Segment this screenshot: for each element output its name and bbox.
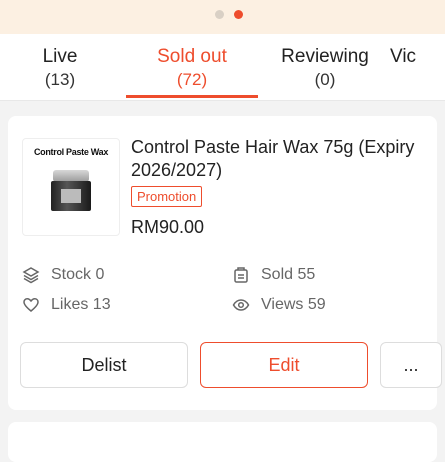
thumbnail-caption: Control Paste Wax [33,147,109,157]
product-jar-label [61,189,81,203]
carousel-indicator [215,10,243,19]
stock-label: Stock 0 [51,266,105,283]
product-title[interactable]: Control Paste Hair Wax 75g (Expiry 2026/… [131,136,431,182]
edit-button[interactable]: Edit [200,342,368,388]
layers-icon [22,267,40,284]
eye-icon [232,299,250,311]
tab-live[interactable]: Live (13) [0,46,130,91]
tab-sold-out[interactable]: Sold out (72) [122,46,262,91]
tab-label: Reviewing [281,46,369,67]
tab-count: (0) [314,70,336,89]
carousel-dot[interactable] [215,10,224,19]
tab-label: Sold out [157,46,227,67]
carousel-dot-active[interactable] [234,10,243,19]
views-label: Views 59 [261,296,326,313]
delist-button[interactable]: Delist [20,342,188,388]
promo-banner[interactable] [0,0,445,34]
tab-violation[interactable]: Vic [390,46,445,68]
tab-count: (13) [44,70,76,89]
tab-label: Vic [390,46,417,67]
next-product-card[interactable] [8,422,437,462]
status-tabs: Live (13) Sold out (72) Reviewing (0) Vi… [0,34,445,101]
heart-icon [23,298,39,312]
sold-label: Sold 55 [261,266,316,283]
active-tab-indicator [126,95,258,98]
more-options-button[interactable]: ... [380,342,442,388]
product-thumbnail[interactable]: Control Paste Wax [22,138,120,236]
stock-stat: Stock 0 [22,266,104,284]
product-price: RM90.00 [131,217,205,237]
tab-reviewing[interactable]: Reviewing (0) [255,46,395,91]
tab-count: (72) [176,70,208,89]
views-stat: Views 59 [232,296,326,314]
likes-stat: Likes 13 [22,296,111,314]
tab-label: Live [42,46,78,67]
likes-label: Likes 13 [51,296,111,313]
receipt-icon [234,267,248,283]
sold-stat: Sold 55 [232,266,315,284]
product-card[interactable]: Control Paste Wax Control Paste Hair Wax… [8,116,442,410]
promotion-badge: Promotion [131,186,203,207]
